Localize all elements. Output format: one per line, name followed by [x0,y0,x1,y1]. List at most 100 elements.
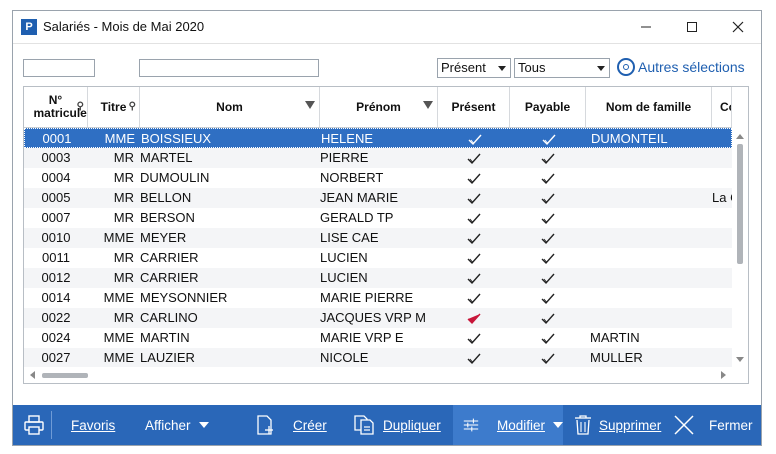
cell-present[interactable] [438,168,510,188]
cell-present[interactable] [438,228,510,248]
checkmark-icon[interactable] [467,333,481,345]
checkmark-icon[interactable] [542,134,556,146]
table-row[interactable]: 0003 MR MARTEL PIERRE [24,148,732,168]
cell-present[interactable] [438,268,510,288]
cell-present[interactable] [438,308,510,328]
cell-payable[interactable] [510,288,586,308]
cell-present[interactable] [438,188,510,208]
cell-payable[interactable] [510,328,586,348]
present-select[interactable]: Présent [437,58,511,78]
filter-icon[interactable] [305,101,315,109]
supprimer-button[interactable]: Supprimer [573,405,661,445]
cell-payable[interactable] [511,129,587,149]
autres-selections-button[interactable]: Autres sélections [617,56,745,78]
table-row[interactable]: 0014 MME MEYSONNIER MARIE PIERRE [24,288,732,308]
scroll-thumb[interactable] [737,144,743,264]
checkmark-icon[interactable] [541,233,555,245]
matricule-filter-input[interactable] [23,59,95,77]
title-bar: P Salariés - Mois de Mai 2020 [13,11,761,44]
creer-button[interactable]: Créer [255,405,327,445]
table-row[interactable]: 0004 MR DUMOULIN NORBERT [24,168,732,188]
cell-present[interactable] [439,129,511,149]
column-header-present[interactable]: Présent [438,87,510,127]
cell-payable[interactable] [510,248,586,268]
checkmark-icon[interactable] [541,193,555,205]
vertical-scrollbar[interactable] [732,128,748,368]
cell-payable[interactable] [510,188,586,208]
cell-co [712,268,732,288]
checkmark-icon[interactable] [467,253,481,265]
scroll-up-icon[interactable] [736,134,744,139]
table-row[interactable]: 0012 MR CARRIER LUCIEN [24,268,732,288]
checkmark-icon[interactable] [467,173,481,185]
cell-present[interactable] [438,348,510,368]
close-button[interactable] [715,11,761,43]
minimize-button[interactable] [623,11,669,43]
cell-present[interactable] [438,328,510,348]
table-row[interactable]: 0005 MR BELLON JEAN MARIE La C [24,188,732,208]
checkmark-icon[interactable] [541,333,555,345]
checkmark-icon[interactable] [467,293,481,305]
cell-titre: MME [103,330,134,345]
column-header-matricule[interactable]: N° matricule ⚲ [24,87,88,127]
search-icon[interactable]: ⚲ [129,100,136,113]
table-row[interactable]: 0007 MR BERSON GERALD TP [24,208,732,228]
checkmark-icon[interactable] [467,353,481,365]
cell-present[interactable] [438,248,510,268]
column-header-prenom[interactable]: Prénom [320,87,438,127]
print-button[interactable] [19,405,49,445]
tous-select[interactable]: Tous [514,58,610,78]
horizontal-scrollbar[interactable] [24,367,732,383]
nom-filter-input[interactable] [139,59,319,77]
cell-payable[interactable] [510,308,586,328]
checkmark-icon[interactable] [541,273,555,285]
checkmark-icon[interactable] [467,153,481,165]
table-row[interactable]: 0022 MR CARLINO JACQUES VRP M [24,308,732,328]
column-header-nom-famille[interactable]: Nom de famille [586,87,712,127]
afficher-button[interactable]: Afficher [145,405,209,445]
search-icon[interactable]: ⚲ [77,100,84,113]
column-header-co[interactable]: Co [712,87,732,127]
checkmark-icon[interactable] [467,313,481,325]
cell-present[interactable] [438,208,510,228]
target-icon [617,58,635,76]
checkmark-icon[interactable] [467,213,481,225]
checkmark-icon[interactable] [541,153,555,165]
checkmark-icon[interactable] [541,313,555,325]
scroll-down-icon[interactable] [736,357,744,362]
fermer-button[interactable]: Fermer [673,405,753,445]
column-header-payable[interactable]: Payable [510,87,586,127]
table-row[interactable]: 0011 MR CARRIER LUCIEN [24,248,732,268]
maximize-button[interactable] [669,11,715,43]
table-row[interactable]: 0001 MME BOISSIEUX HELENE DUMONTEIL [24,128,732,148]
modifier-button[interactable]: Modifier [453,405,563,445]
table-row[interactable]: 0024 MME MARTIN MARIE VRP E MARTIN [24,328,732,348]
cell-present[interactable] [438,148,510,168]
favoris-button[interactable]: Favoris [71,405,115,445]
checkmark-icon[interactable] [467,233,481,245]
dupliquer-button[interactable]: Dupliquer [353,405,441,445]
cell-payable[interactable] [510,168,586,188]
checkmark-icon[interactable] [541,213,555,225]
cell-payable[interactable] [510,208,586,228]
cell-payable[interactable] [510,348,586,368]
scroll-right-icon[interactable] [721,371,726,379]
checkmark-icon[interactable] [467,193,481,205]
scroll-thumb[interactable] [42,373,88,378]
checkmark-icon[interactable] [541,353,555,365]
checkmark-icon[interactable] [541,253,555,265]
cell-present[interactable] [438,288,510,308]
scroll-left-icon[interactable] [30,371,35,379]
cell-payable[interactable] [510,148,586,168]
column-header-nom[interactable]: Nom [140,87,320,127]
checkmark-icon[interactable] [467,273,481,285]
checkmark-icon[interactable] [541,173,555,185]
table-row[interactable]: 0010 MME MEYER LISE CAE [24,228,732,248]
checkmark-icon[interactable] [468,134,482,146]
filter-icon[interactable] [423,101,433,109]
column-header-titre[interactable]: Titre ⚲ [88,87,140,127]
table-row[interactable]: 0027 MME LAUZIER NICOLE MULLER [24,348,732,368]
checkmark-icon[interactable] [541,293,555,305]
cell-payable[interactable] [510,228,586,248]
cell-payable[interactable] [510,268,586,288]
